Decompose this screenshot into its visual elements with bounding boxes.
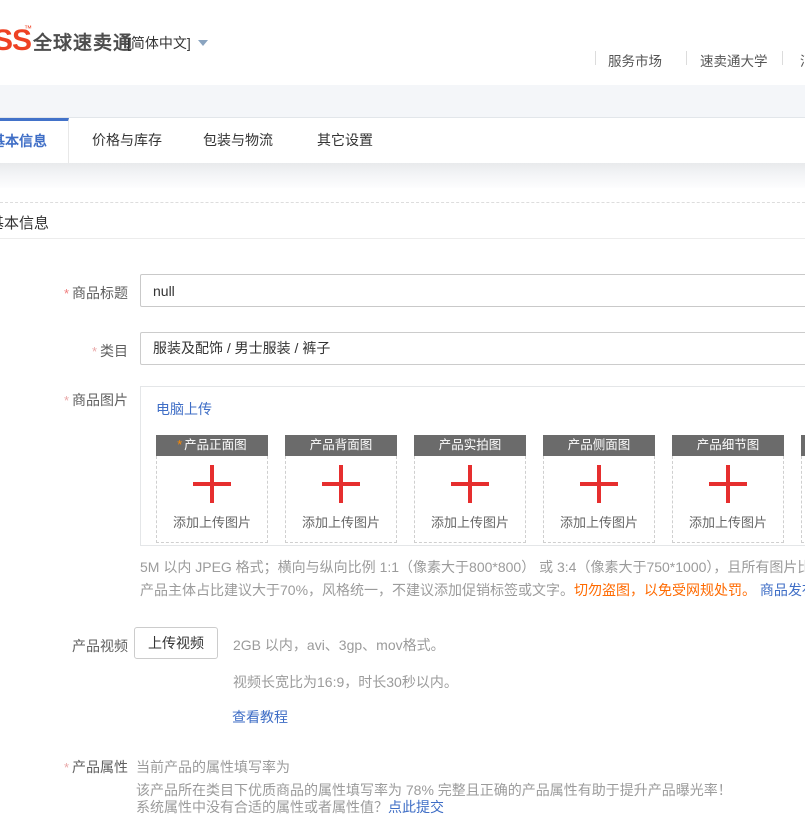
nav-aliexpress-university[interactable]: 速卖通大学 xyxy=(700,50,768,70)
attr-line1: 当前产品的属性填写率为 xyxy=(136,757,290,777)
image-note-normal: 产品主体占比建议大于70%，风格统一，不建议添加促销标签或文字。 xyxy=(140,582,574,598)
image-note-line2: 产品主体占比建议大于70%，风格统一，不建议添加促销标签或文字。切勿盗图，以免受… xyxy=(140,580,805,600)
product-title-label: *商品标题 xyxy=(0,283,128,303)
add-upload-label: 添加上传图片 xyxy=(415,512,525,531)
upload-box-title: 产品侧面图 xyxy=(543,435,655,456)
section-underline xyxy=(0,238,805,239)
secondary-nav-band xyxy=(0,85,805,118)
pc-upload-link[interactable]: 电脑上传 xyxy=(156,399,212,419)
upload-dropzone[interactable]: 添加上传图片 xyxy=(414,456,526,543)
plus-icon xyxy=(322,465,360,503)
page-header: SS ™ 全球速卖通 [简体中文] 服务市场 速卖通大学 消息 xyxy=(0,0,805,85)
plus-icon xyxy=(580,465,618,503)
add-upload-label: 添加上传图片 xyxy=(544,512,654,531)
image-upload-panel: 电脑上传 *产品正面图添加上传图片产品背面图添加上传图片产品实拍图添加上传图片产… xyxy=(140,386,805,546)
add-upload-label: 添加上传图片 xyxy=(286,512,396,531)
category-label: *类目 xyxy=(0,341,128,361)
add-upload-label: 添加上传图片 xyxy=(157,512,267,531)
upload-box-title: 产品实拍图 xyxy=(414,435,526,456)
required-asterisk: * xyxy=(64,393,69,408)
required-asterisk: * xyxy=(64,286,69,301)
upload-box[interactable]: *产品正面图添加上传图片 xyxy=(156,435,268,543)
plus-icon xyxy=(193,465,231,503)
upload-box-title xyxy=(801,435,805,456)
upload-box[interactable]: 添加上传图片 xyxy=(801,435,805,543)
nav-divider xyxy=(686,51,687,65)
required-asterisk: * xyxy=(92,344,97,359)
add-upload-label: 添加上传图片 xyxy=(673,512,783,531)
nav-divider xyxy=(782,51,783,65)
upload-box[interactable]: 产品实拍图添加上传图片 xyxy=(414,435,526,543)
publish-rules-link[interactable]: 商品发布规范 xyxy=(760,582,805,598)
dashed-divider xyxy=(0,202,805,203)
section-title: 基本信息 xyxy=(0,212,62,232)
tab-basic-info[interactable]: 基本信息 xyxy=(0,118,69,163)
view-tutorial-link[interactable]: 查看教程 xyxy=(232,707,288,727)
required-asterisk: * xyxy=(177,438,182,452)
video-note2: 视频长宽比为16:9，时长30秒以内。 xyxy=(233,672,458,692)
plus-icon xyxy=(451,465,489,503)
trademark-symbol: ™ xyxy=(24,24,32,33)
product-video-label: 产品视频 xyxy=(0,636,128,656)
upload-dropzone[interactable]: 添加上传图片 xyxy=(801,456,805,543)
upload-box-title: 产品细节图 xyxy=(672,435,784,456)
upload-box[interactable]: 产品侧面图添加上传图片 xyxy=(543,435,655,543)
logo-chinese-name: 全球速卖通 xyxy=(33,28,133,55)
image-note-line1: 5M 以内 JPEG 格式；横向与纵向比例 1:1（像素大于800*800） 或… xyxy=(140,557,805,577)
required-asterisk: * xyxy=(64,760,69,775)
tab-price-stock[interactable]: 价格与库存 xyxy=(92,118,162,163)
product-attributes-label: *产品属性 xyxy=(0,757,128,777)
nav-service-market[interactable]: 服务市场 xyxy=(608,50,662,70)
upload-box[interactable]: 产品细节图添加上传图片 xyxy=(672,435,784,543)
product-images-label: *商品图片 xyxy=(0,390,128,410)
upload-box-row: *产品正面图添加上传图片产品背面图添加上传图片产品实拍图添加上传图片产品侧面图添… xyxy=(156,435,805,543)
tab-bar: 基本信息 价格与库存 包装与物流 其它设置 xyxy=(0,118,805,163)
submit-attribute-link[interactable]: 点此提交 xyxy=(388,799,444,815)
upload-dropzone[interactable]: 添加上传图片 xyxy=(543,456,655,543)
upload-box[interactable]: 产品背面图添加上传图片 xyxy=(285,435,397,543)
tab-shadow-band xyxy=(0,163,805,188)
attr-line3: 系统属性中没有合适的属性或者属性值？点此提交 xyxy=(136,797,444,817)
nav-partial-item[interactable]: 消息 xyxy=(800,50,805,70)
upload-box-title: 产品背面图 xyxy=(285,435,397,456)
image-note-warning: 切勿盗图，以免受网规处罚。 xyxy=(574,582,756,598)
plus-icon xyxy=(709,465,747,503)
upload-dropzone[interactable]: 添加上传图片 xyxy=(285,456,397,543)
upload-dropzone[interactable]: 添加上传图片 xyxy=(672,456,784,543)
category-value-box[interactable]: 服装及配饰 / 男士服装 / 裤子 xyxy=(140,332,805,365)
chevron-down-icon[interactable] xyxy=(198,40,208,46)
upload-video-button[interactable]: 上传视频 xyxy=(134,627,218,659)
nav-divider xyxy=(595,51,596,65)
tab-packing-logistics[interactable]: 包装与物流 xyxy=(203,118,273,163)
upload-dropzone[interactable]: 添加上传图片 xyxy=(156,456,268,543)
language-selector[interactable]: [简体中文] xyxy=(127,33,191,53)
product-title-input[interactable] xyxy=(140,274,805,307)
upload-box-title: *产品正面图 xyxy=(156,435,268,456)
video-note1: 2GB 以内，avi、3gp、mov格式。 xyxy=(233,635,445,655)
tab-other-settings[interactable]: 其它设置 xyxy=(317,118,373,163)
